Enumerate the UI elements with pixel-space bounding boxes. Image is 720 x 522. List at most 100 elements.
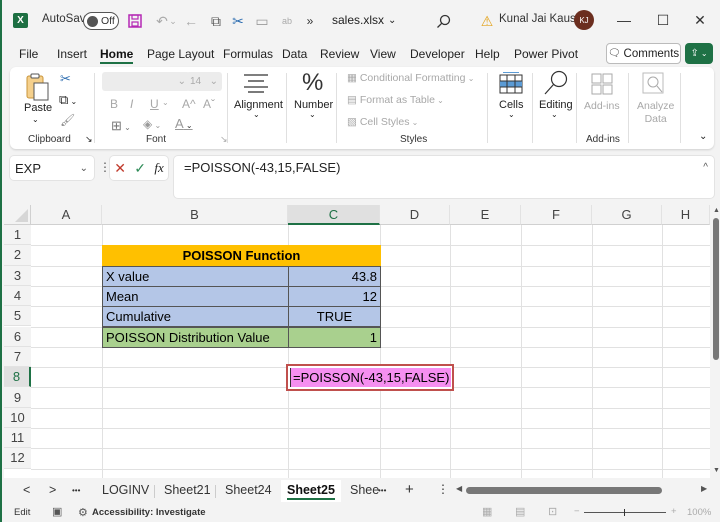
macro-record-icon[interactable]: ▣: [52, 505, 62, 518]
add-ins-icon[interactable]: [591, 73, 613, 98]
tab-page-layout[interactable]: Page Layout: [147, 47, 214, 61]
avatar[interactable]: KJ: [574, 10, 594, 30]
cell-edit-text[interactable]: =POISSON(-43,15,FALSE): [290, 368, 452, 388]
insert-function-icon[interactable]: fx: [154, 160, 163, 176]
tab-developer[interactable]: Developer: [410, 47, 465, 61]
select-all-button[interactable]: [4, 205, 31, 225]
autosave-toggle[interactable]: Off: [83, 12, 119, 30]
table-value-cell[interactable]: TRUE: [288, 306, 381, 328]
column-header-g[interactable]: G: [592, 205, 662, 225]
active-cell-editor[interactable]: =POISSON(-43,15,FALSE): [286, 364, 454, 392]
table-value-cell[interactable]: 43.8: [288, 265, 381, 287]
editing-search-icon[interactable]: [543, 70, 569, 99]
zoom-slider-thumb[interactable]: [624, 509, 625, 516]
tab-data[interactable]: Data: [282, 47, 307, 61]
worksheet-grid[interactable]: ABCDEFGH 1 2 3 4 5 6 7 8 9 10 11 12 POISSON Functio…: [4, 205, 710, 478]
column-header-a[interactable]: A: [31, 205, 102, 225]
save-icon[interactable]: [126, 12, 144, 30]
enter-icon[interactable]: ✓: [134, 160, 146, 177]
row-header-2[interactable]: 2: [4, 245, 31, 266]
collapse-ribbon-icon[interactable]: ⌄: [699, 131, 707, 142]
picture-icon[interactable]: ▭: [253, 12, 271, 30]
row-header-9[interactable]: 9: [4, 387, 31, 408]
row-header-1[interactable]: 1: [4, 225, 31, 246]
row-header-5[interactable]: 5: [4, 306, 31, 327]
table-value-cell[interactable]: 12: [288, 285, 381, 308]
row-header-12[interactable]: 12: [4, 448, 31, 469]
conditional-formatting-button[interactable]: ▦ Conditional Formatting ⌄: [347, 72, 474, 84]
table-title-cell[interactable]: POISSON Function: [102, 245, 381, 267]
table-label-cell[interactable]: Mean: [102, 285, 289, 308]
editing-dropdown-icon[interactable]: ⌄: [551, 110, 558, 119]
scroll-right-icon[interactable]: ▶: [701, 484, 707, 493]
cell-styles-button[interactable]: ▧ Cell Styles ⌄: [347, 116, 418, 128]
paste-icon[interactable]: [26, 73, 50, 104]
cancel-icon[interactable]: ✕: [114, 160, 126, 177]
share-button[interactable]: ⇪ ⌄: [685, 43, 713, 64]
sheet-tab-partial[interactable]: Shee: [350, 483, 379, 497]
spelling-icon[interactable]: ab: [278, 12, 296, 30]
tab-insert[interactable]: Insert: [57, 47, 87, 61]
more-sheets-left-icon[interactable]: •••: [72, 486, 80, 495]
fill-color-icon[interactable]: ◈ ⌄: [143, 117, 161, 131]
search-icon[interactable]: [434, 12, 452, 30]
alignment-dropdown-icon[interactable]: ⌄: [253, 110, 260, 119]
row-header-7[interactable]: 7: [4, 346, 31, 368]
row-header-10[interactable]: 10: [4, 407, 31, 428]
copy-icon[interactable]: ⧉ ⌄: [59, 92, 77, 108]
back-icon[interactable]: ←: [182, 12, 200, 30]
borders-icon[interactable]: ⊞ ⌄: [111, 118, 131, 134]
cells-dropdown-icon[interactable]: ⌄: [508, 110, 515, 119]
row-header-6[interactable]: 6: [4, 326, 31, 347]
column-header-e[interactable]: E: [450, 205, 521, 225]
paste-dropdown-icon[interactable]: ⌄: [32, 115, 39, 124]
vertical-scrollbar[interactable]: ▲ ▼: [710, 205, 720, 478]
tab-splitter-handle[interactable]: ⋮: [437, 482, 449, 496]
font-color-icon[interactable]: A ⌄: [175, 116, 193, 131]
table-label-cell[interactable]: POISSON Distribution Value: [102, 326, 289, 348]
column-header-h[interactable]: H: [662, 205, 710, 225]
file-name[interactable]: sales.xlsx ⌄: [332, 13, 396, 27]
number-dropdown-icon[interactable]: ⌄: [309, 110, 316, 119]
expand-formula-bar-icon[interactable]: ^: [703, 162, 708, 173]
format-painter-icon[interactable]: 🖌: [60, 113, 75, 127]
cut-icon[interactable]: ✂: [229, 12, 247, 30]
percent-icon[interactable]: %: [302, 69, 323, 97]
row-header-3[interactable]: 3: [4, 265, 31, 286]
page-break-view-icon[interactable]: ⊡: [548, 505, 557, 518]
close-button[interactable]: ✕: [690, 10, 710, 30]
undo-dropdown-icon[interactable]: ⌄: [168, 12, 178, 30]
table-label-cell[interactable]: Cumulative: [102, 306, 289, 328]
zoom-slider[interactable]: [584, 512, 666, 513]
tab-view[interactable]: View: [370, 47, 396, 61]
font-size-box[interactable]: 14 ⌄: [186, 72, 222, 91]
name-box[interactable]: EXP ⌄: [10, 156, 94, 180]
cells-icon[interactable]: [499, 72, 523, 97]
clipboard-launcher-icon[interactable]: ↘: [85, 134, 93, 145]
chevron-down-icon[interactable]: ⌄: [80, 163, 88, 174]
tab-formulas[interactable]: Formulas: [223, 47, 273, 61]
underline-button[interactable]: U: [150, 97, 159, 111]
bold-button[interactable]: B: [110, 97, 118, 111]
column-header-b[interactable]: B: [102, 205, 288, 225]
alignment-icon[interactable]: [243, 73, 269, 96]
tab-home[interactable]: Home: [100, 47, 134, 64]
zoom-out-button[interactable]: −: [574, 506, 580, 517]
underline-dropdown-icon[interactable]: ⌄: [162, 98, 169, 107]
copy-icon[interactable]: ⧉: [207, 12, 225, 30]
sheet-tab-sheet25[interactable]: Sheet25: [281, 480, 341, 502]
font-name-box[interactable]: ⌄: [102, 72, 190, 91]
scroll-down-icon[interactable]: ▼: [713, 467, 720, 474]
tab-review[interactable]: Review: [320, 47, 359, 61]
minimize-button[interactable]: —: [614, 10, 634, 30]
scroll-up-icon[interactable]: ▲: [713, 207, 720, 214]
column-header-c[interactable]: C: [288, 205, 380, 225]
next-sheet-button[interactable]: >: [49, 483, 56, 497]
accessibility-status[interactable]: Accessibility: Investigate: [92, 507, 206, 518]
warning-icon[interactable]: ⚠: [478, 12, 496, 30]
table-value-cell[interactable]: 1: [288, 326, 381, 348]
shrink-font-button[interactable]: Aˇ: [203, 97, 215, 111]
tab-help[interactable]: Help: [475, 47, 500, 61]
scroll-left-icon[interactable]: ◀: [456, 484, 462, 493]
analyze-data-button[interactable]: Analyze Data: [637, 100, 674, 126]
